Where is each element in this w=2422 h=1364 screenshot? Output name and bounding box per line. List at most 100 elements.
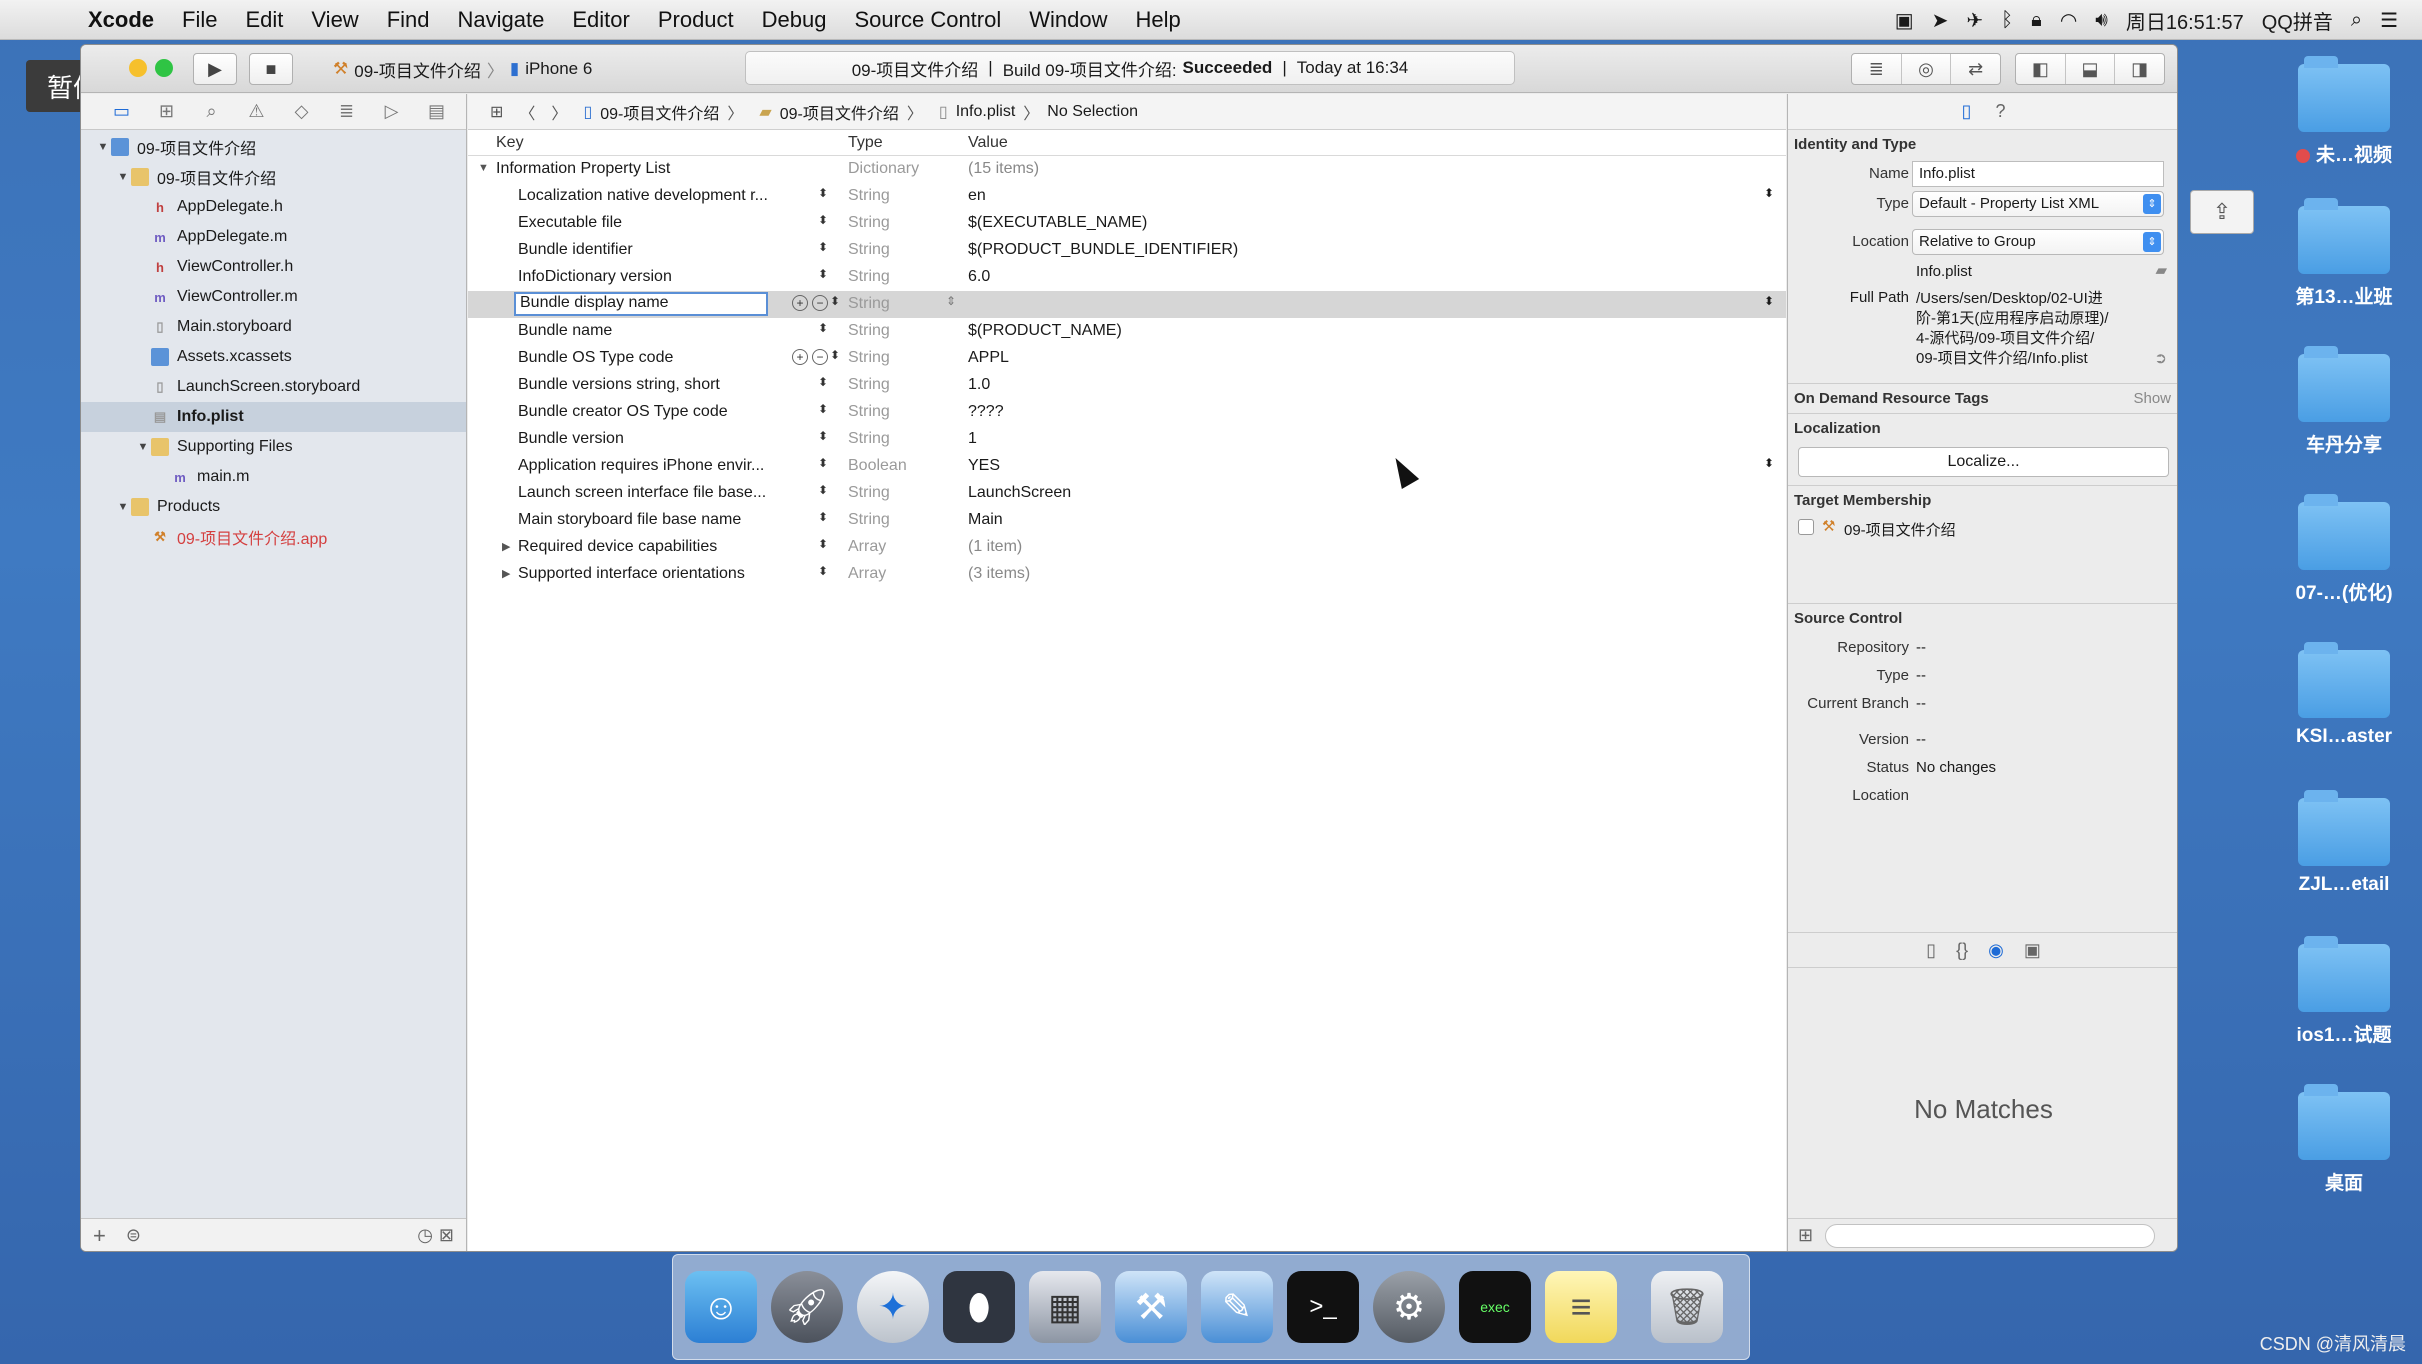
media-library-icon[interactable]: ▣ [2024, 940, 2041, 961]
disclosure-triangle-icon[interactable]: ▼ [115, 501, 131, 513]
version-editor-icon[interactable]: ⇄ [1951, 54, 2000, 84]
plist-type[interactable]: Array [848, 565, 886, 583]
symbol-navigator-icon[interactable]: ⊞ [144, 101, 189, 122]
tree-item[interactable]: ▯ Main.storyboard [81, 312, 466, 342]
file-template-library-icon[interactable]: ▯ [1926, 940, 1936, 961]
key-stepper-icon[interactable]: ⬍ [818, 483, 828, 497]
desktop-folder[interactable]: 未…视频 [2284, 56, 2404, 167]
plist-row[interactable]: Executable file ⬍ String $(EXECUTABLE_NAME) [468, 210, 1786, 237]
plist-value[interactable]: APPL [968, 349, 1009, 367]
breakpoint-navigator-icon[interactable]: ▷ [369, 101, 414, 122]
location-icon[interactable]: ➤ [1932, 8, 1949, 33]
plist-type[interactable]: Array [848, 538, 886, 556]
type-column-header[interactable]: Type [848, 134, 883, 152]
file-inspector-icon[interactable]: ▯ [1962, 101, 1972, 122]
bluetooth-icon[interactable]: ᛒ [2001, 9, 2013, 32]
stop-button[interactable]: ■ [249, 53, 293, 85]
finder-icon[interactable]: ☺ [685, 1271, 757, 1343]
add-row-icon[interactable]: + [792, 295, 808, 311]
key-stepper-icon[interactable]: ⬍ [818, 321, 828, 335]
tree-item[interactable]: Assets.xcassets [81, 342, 466, 372]
find-navigator-icon[interactable]: ⌕ [189, 101, 234, 122]
disclosure-triangle-icon[interactable]: ▶ [502, 567, 510, 580]
editor-mode-control[interactable]: ≣ ◎ ⇄ [1851, 53, 2001, 85]
plist-type[interactable]: String [848, 214, 890, 232]
plist-value[interactable]: Main [968, 511, 1003, 529]
menu-window[interactable]: Window [1029, 7, 1107, 33]
disclosure-triangle-icon[interactable]: ▼ [478, 162, 489, 174]
key-stepper-icon[interactable]: ⬍ [818, 537, 828, 551]
tree-item[interactable]: ▤ Info.plist [81, 402, 466, 432]
plist-row[interactable]: Bundle creator OS Type code ⬍ String???? [468, 399, 1786, 426]
menu-editor[interactable]: Editor [572, 7, 629, 33]
plist-type[interactable]: String [848, 322, 890, 340]
plist-row[interactable]: Localization native development r... ⬍ Str… [468, 183, 1786, 210]
value-popup-icon[interactable]: ⬍ [1764, 456, 1774, 470]
back-icon[interactable]: 〈 [519, 100, 535, 124]
plist-value[interactable]: $(PRODUCT_BUNDLE_IDENTIFIER) [968, 241, 1238, 259]
value-column-header[interactable]: Value [968, 134, 1008, 152]
object-library-icon[interactable]: ◉ [1988, 940, 2004, 961]
localize-button[interactable]: Localize... [1798, 447, 2169, 477]
plist-value[interactable]: LaunchScreen [968, 484, 1071, 502]
menu-file[interactable]: File [182, 7, 217, 33]
key-stepper-icon[interactable]: ⬍ [830, 294, 840, 308]
breadcrumb-file[interactable]: Info.plist [956, 103, 1016, 121]
menu-xcode[interactable]: Xcode [88, 7, 154, 33]
screen-record-icon[interactable]: ▣ [1895, 8, 1914, 33]
tree-item[interactable]: ⚒ 09-项目文件介绍.app [81, 522, 466, 552]
filter-icon[interactable]: ⊜ [126, 1225, 141, 1246]
plist-value[interactable]: $(PRODUCT_NAME) [968, 322, 1122, 340]
plist-type[interactable]: String [848, 484, 890, 502]
tree-item[interactable]: m main.m [81, 462, 466, 492]
system-preferences-icon[interactable]: ⚙ [1373, 1271, 1445, 1343]
remove-row-icon[interactable]: − [812, 295, 828, 311]
menu-source-control[interactable]: Source Control [855, 7, 1002, 33]
tree-item[interactable]: ▼ 09-项目文件介绍 [81, 132, 466, 162]
code-snippet-library-icon[interactable]: {} [1956, 940, 1968, 961]
recent-files-icon[interactable]: ◷ [417, 1225, 433, 1246]
spotlight-icon[interactable]: ⌕ [2351, 9, 2362, 32]
plist-row[interactable]: Bundle versions string, short ⬍ String 1.0 [468, 372, 1786, 399]
disclosure-triangle-icon[interactable]: ▼ [135, 441, 151, 453]
key-stepper-icon[interactable]: ⬍ [830, 348, 840, 362]
debug-area-toggle-icon[interactable]: ⬓ [2066, 54, 2116, 84]
target-checkbox[interactable] [1798, 519, 1814, 535]
breadcrumb-project[interactable]: 09-项目文件介绍 [600, 100, 719, 124]
key-edit-field[interactable]: Bundle display name [514, 292, 768, 316]
disclosure-triangle-icon[interactable]: ▼ [115, 171, 131, 183]
plist-row[interactable]: Bundle identifier ⬍ String $(PRODUCT_BUNDLE… [468, 237, 1786, 264]
desktop-folder[interactable]: ZJL…etail [2284, 790, 2404, 896]
trash-icon[interactable]: 🗑︎ [1651, 1271, 1723, 1343]
plist-type[interactable]: Dictionary [848, 160, 919, 178]
plist-value[interactable]: (3 items) [968, 565, 1030, 583]
plist-row[interactable]: Bundle OS Type code ⬍ + − String APPL [468, 345, 1786, 372]
tree-item[interactable]: m ViewController.m [81, 282, 466, 312]
tree-item[interactable]: h AppDelegate.h [81, 192, 466, 222]
key-stepper-icon[interactable]: ⬍ [818, 564, 828, 578]
plist-type[interactable]: String [848, 295, 890, 313]
menu-view[interactable]: View [311, 7, 358, 33]
notification-center-icon[interactable]: ☰ [2380, 8, 2398, 33]
type-popup[interactable]: Default - Property List XML ⇕ [1912, 191, 2164, 217]
share-icon[interactable]: ⇪ [2190, 190, 2254, 234]
plist-row[interactable]: Main storyboard file base name ⬍ String Mai… [468, 507, 1786, 534]
location-popup[interactable]: Relative to Group ⇕ [1912, 229, 2164, 255]
terminal-icon[interactable]: >_ [1287, 1271, 1359, 1343]
plist-value[interactable]: ???? [968, 403, 1004, 421]
value-popup-icon[interactable]: ⬍ [1764, 294, 1774, 308]
folder-reveal-icon[interactable]: ▰ [2155, 261, 2167, 279]
plist-value[interactable]: YES [968, 457, 1000, 475]
plist-value[interactable]: 1 [968, 430, 977, 448]
disclosure-triangle-icon[interactable]: ▼ [95, 141, 111, 153]
add-icon[interactable]: + [93, 1223, 106, 1249]
plist-value[interactable]: $(EXECUTABLE_NAME) [968, 214, 1147, 232]
plist-row[interactable]: Application requires iPhone envir... ⬍ Boo… [468, 453, 1786, 480]
report-navigator-icon[interactable]: ▤ [414, 101, 459, 122]
launchpad-icon[interactable]: 🚀︎ [771, 1271, 843, 1343]
key-stepper-icon[interactable]: ⬍ [818, 456, 828, 470]
plist-type[interactable]: String [848, 268, 890, 286]
key-stepper-icon[interactable]: ⬍ [818, 402, 828, 416]
standard-editor-icon[interactable]: ≣ [1852, 54, 1902, 84]
plist-row[interactable]: Bundle name ⬍ String $(PRODUCT_NAME) [468, 318, 1786, 345]
